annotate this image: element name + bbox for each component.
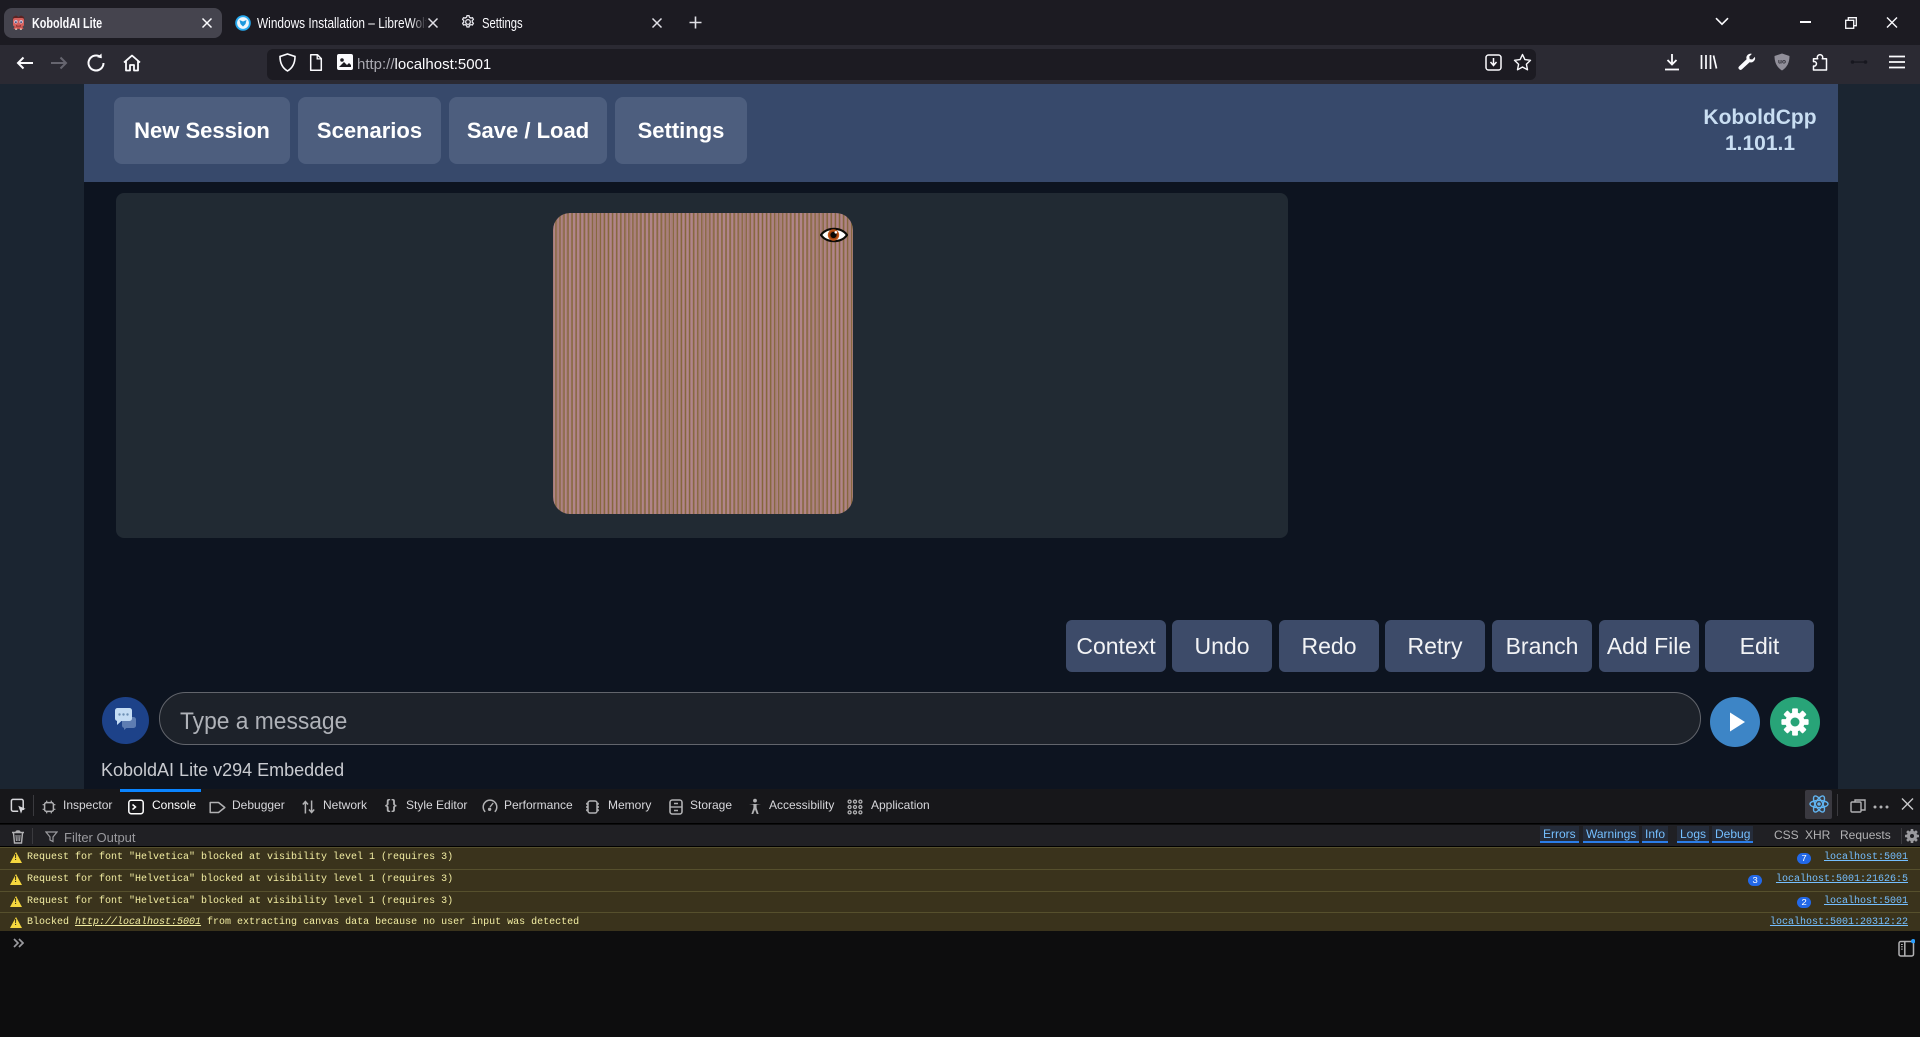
svg-text:uo: uo bbox=[1778, 59, 1786, 66]
